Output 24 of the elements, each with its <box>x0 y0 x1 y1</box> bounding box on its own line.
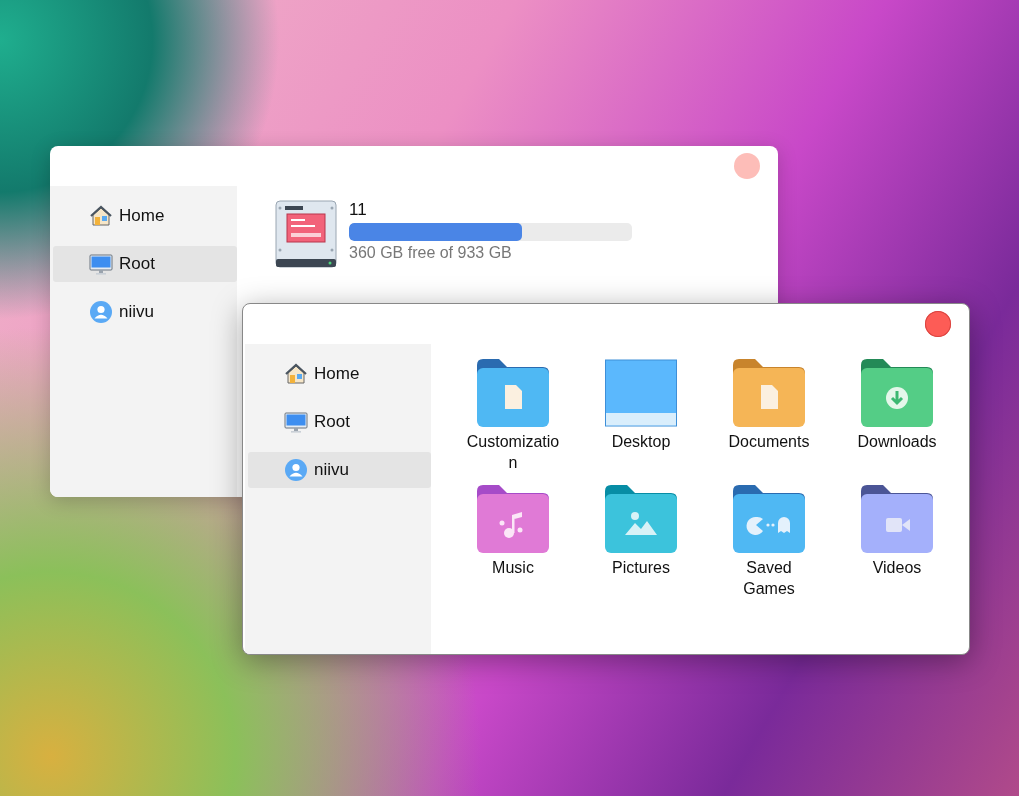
drive-name: 11 <box>349 200 368 220</box>
folder-item[interactable]: Documents <box>705 359 833 473</box>
monitor-icon <box>284 410 308 434</box>
sidebar-item[interactable]: Root <box>53 246 237 282</box>
folder-item[interactable]: Saved Games <box>705 485 833 599</box>
monitor-icon <box>89 252 113 276</box>
sidebar-item[interactable]: niivu <box>53 294 237 330</box>
user-avatar-icon <box>89 300 113 324</box>
hard-drive-icon <box>275 200 337 268</box>
house-icon <box>284 362 308 386</box>
folder-item[interactable]: Music <box>449 485 577 599</box>
folder-item[interactable]: Customization <box>449 359 577 473</box>
folder-item[interactable]: Desktop <box>577 359 705 473</box>
sidebar-item[interactable]: niivu <box>248 452 431 488</box>
folder-item[interactable]: Videos <box>833 485 961 599</box>
storage-caption: 360 GB free of 933 GB <box>349 244 513 262</box>
sidebar-item[interactable]: Root <box>248 404 431 440</box>
user-avatar-icon <box>284 458 308 482</box>
sidebar-item[interactable]: Home <box>248 356 431 392</box>
folder-item[interactable]: Downloads <box>833 359 961 473</box>
sidebar-item[interactable]: Home <box>53 198 237 234</box>
house-icon <box>89 204 113 228</box>
folder-item[interactable]: Pictures <box>577 485 705 599</box>
close-button[interactable] <box>925 311 951 337</box>
